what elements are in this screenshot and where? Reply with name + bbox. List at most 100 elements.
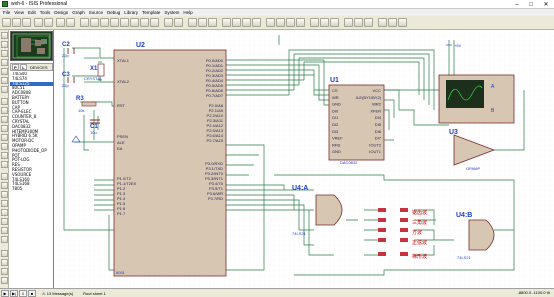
arc-2d-icon[interactable] xyxy=(1,200,8,207)
microcontroller-u2[interactable]: U2 8051 XTAL1XTAL2RSTPSENALEEAP1.0/T2P1.… xyxy=(113,42,227,277)
c3-ref: C3 xyxy=(62,72,70,78)
menu-file[interactable]: File xyxy=(3,10,10,15)
current-probe-icon[interactable] xyxy=(1,152,8,159)
path-2d-icon[interactable] xyxy=(1,209,8,216)
new-sheet-icon[interactable] xyxy=(344,18,353,27)
device-item[interactable]: 7805 xyxy=(10,186,53,192)
box-2d-icon[interactable] xyxy=(1,182,8,189)
menu-source[interactable]: Source xyxy=(89,10,103,15)
menu-graph[interactable]: Graph xyxy=(72,10,85,15)
redo-icon[interactable] xyxy=(174,18,183,27)
maximize-button[interactable]: □ xyxy=(524,0,538,9)
line-2d-icon[interactable] xyxy=(1,173,8,180)
netlist-to-ares-icon[interactable] xyxy=(398,18,407,27)
rotate-cw-icon[interactable] xyxy=(1,250,8,257)
zoom-all-icon[interactable] xyxy=(140,18,149,27)
devices-header: P L DEVICES xyxy=(10,63,53,71)
terminals-icon[interactable] xyxy=(1,98,8,105)
mirror-x-icon[interactable] xyxy=(1,268,8,275)
x1-ref: X1 xyxy=(90,66,98,72)
menu-tools[interactable]: Tools xyxy=(40,10,51,15)
property-assign-icon[interactable] xyxy=(330,18,339,27)
junction-dot-icon[interactable] xyxy=(1,50,8,57)
graph-icon[interactable] xyxy=(1,116,8,123)
text-script-icon[interactable] xyxy=(1,68,8,75)
menu-library[interactable]: Library xyxy=(124,10,138,15)
menu-design[interactable]: Design xyxy=(54,10,68,15)
selection-mode-icon[interactable] xyxy=(1,32,8,39)
menu-view[interactable]: View xyxy=(14,10,24,15)
copy-icon[interactable] xyxy=(198,18,207,27)
library-manager-button[interactable]: L xyxy=(20,64,27,70)
virtual-instruments-icon[interactable] xyxy=(1,161,8,168)
make-device-icon[interactable] xyxy=(276,18,285,27)
block-delete-icon[interactable] xyxy=(252,18,261,27)
pick-device-icon[interactable] xyxy=(266,18,275,27)
voltage-probe-icon[interactable] xyxy=(1,143,8,150)
pause-button[interactable]: ‖ xyxy=(19,289,27,297)
print-area-icon[interactable] xyxy=(66,18,75,27)
paste-icon[interactable] xyxy=(208,18,217,27)
pick-devices-button[interactable]: P xyxy=(12,64,19,70)
component-mode-icon[interactable] xyxy=(1,41,8,48)
menu-help[interactable]: Help xyxy=(183,10,192,15)
overview-window[interactable] xyxy=(10,31,53,61)
dac-u1[interactable]: U1 DAC0832 CSWRGNDDI0DI1DI2DI3VREFRFBGND… xyxy=(328,77,385,165)
refresh-icon[interactable] xyxy=(80,18,89,27)
menu-debug[interactable]: Debug xyxy=(107,10,120,15)
save-icon[interactable] xyxy=(22,18,31,27)
step-button[interactable]: ▶| xyxy=(10,289,18,297)
block-copy-icon[interactable] xyxy=(222,18,231,27)
remove-sheet-icon[interactable] xyxy=(354,18,363,27)
open-file-icon[interactable] xyxy=(12,18,21,27)
zoom-in-icon[interactable] xyxy=(120,18,129,27)
print-icon[interactable] xyxy=(56,18,65,27)
search-icon[interactable] xyxy=(320,18,329,27)
menu-template[interactable]: Template xyxy=(142,10,160,15)
wire-autorouter-icon[interactable] xyxy=(310,18,319,27)
block-move-icon[interactable] xyxy=(232,18,241,27)
bus-icon[interactable] xyxy=(1,77,8,84)
block-rotate-icon[interactable] xyxy=(242,18,251,27)
minimize-button[interactable]: – xyxy=(510,0,524,9)
close-button[interactable]: ✕ xyxy=(539,0,553,9)
cut-icon[interactable] xyxy=(188,18,197,27)
message-count[interactable]: ⚠ 13 Message(s) xyxy=(42,291,73,296)
play-button[interactable]: ▶ xyxy=(1,289,9,297)
pan-icon[interactable] xyxy=(110,18,119,27)
zoom-area-icon[interactable] xyxy=(150,18,159,27)
wire-label-icon[interactable] xyxy=(1,59,8,66)
rotate-ccw-icon[interactable] xyxy=(1,259,8,266)
zoom-out-icon[interactable] xyxy=(130,18,139,27)
stop-button[interactable]: ■ xyxy=(28,289,36,297)
text-2d-icon[interactable] xyxy=(1,218,8,225)
electrical-check-icon[interactable] xyxy=(388,18,397,27)
import-icon[interactable] xyxy=(34,18,43,27)
grid-toggle-icon[interactable] xyxy=(90,18,99,27)
u3-part: OPAMP xyxy=(466,166,480,171)
undo-icon[interactable] xyxy=(164,18,173,27)
subcircuit-icon[interactable] xyxy=(1,86,8,93)
menu-edit[interactable]: Edit xyxy=(28,10,36,15)
u1-left-pin-label: VREF xyxy=(332,136,343,141)
tape-recorder-icon[interactable] xyxy=(1,125,8,132)
origin-icon[interactable] xyxy=(100,18,109,27)
device-pins-icon[interactable] xyxy=(1,107,8,114)
bill-of-materials-icon[interactable] xyxy=(378,18,387,27)
export-icon[interactable] xyxy=(44,18,53,27)
symbol-2d-icon[interactable] xyxy=(1,227,8,234)
decompose-icon[interactable] xyxy=(296,18,305,27)
packaging-icon[interactable] xyxy=(286,18,295,27)
schematic-canvas[interactable]: C2 22p C3 22p X1 CRYSTAL R3 10k C1 10u U… xyxy=(54,30,554,288)
generator-icon[interactable] xyxy=(1,134,8,141)
exit-to-parent-icon[interactable] xyxy=(364,18,373,27)
schematic-drawing[interactable]: C2 22p C3 22p X1 CRYSTAL R3 10k C1 10u U… xyxy=(54,30,554,288)
menu-system[interactable]: System xyxy=(164,10,179,15)
marker-2d-icon[interactable] xyxy=(1,236,8,243)
u2-left-pin-label: XTAL1 xyxy=(117,58,130,63)
u1-left-pin-label: DI1 xyxy=(332,115,339,120)
circle-2d-icon[interactable] xyxy=(1,191,8,198)
mirror-y-icon[interactable] xyxy=(1,277,8,284)
virtual-oscilloscope[interactable]: A B xyxy=(438,74,515,124)
new-file-icon[interactable] xyxy=(2,18,11,27)
